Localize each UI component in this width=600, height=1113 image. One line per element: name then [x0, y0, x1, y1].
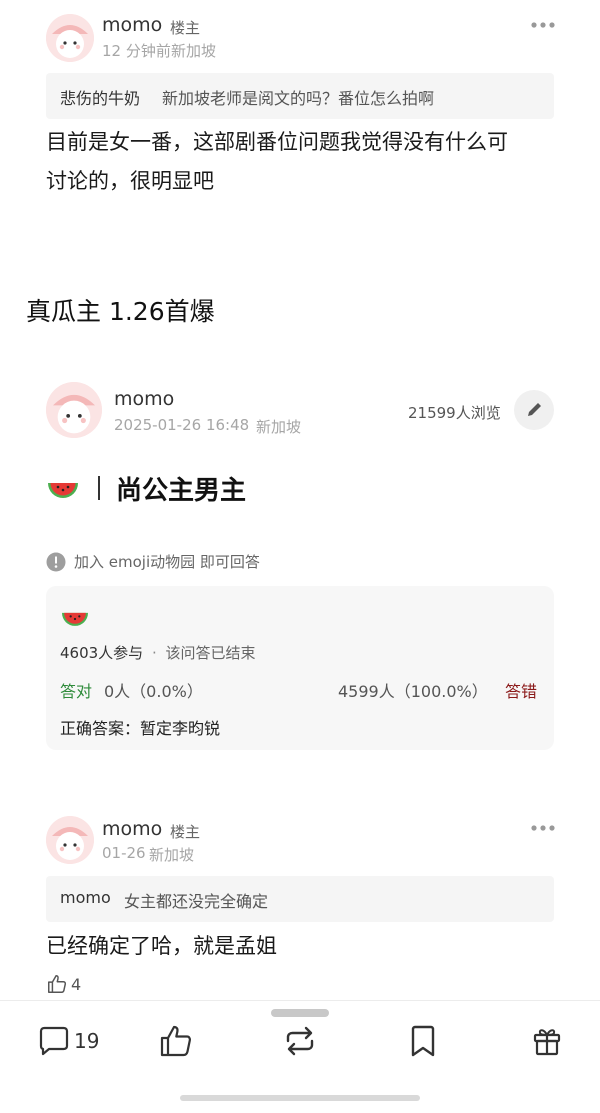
owner-tag: 楼主 — [170, 823, 201, 841]
edit-button[interactable] — [514, 390, 554, 430]
divider — [98, 476, 100, 500]
quote-author[interactable]: momo — [60, 888, 111, 907]
reply-body: 目前是女一番，这部剧番位问题我觉得没有什么可 讨论的，很明显吧 — [46, 123, 508, 201]
drag-handle[interactable] — [271, 1009, 329, 1017]
quote-text: 新加坡老师是阅文的吗？番位怎么拍啊 — [162, 89, 435, 108]
username[interactable]: momo — [102, 818, 162, 840]
poll-status: 4603人参与 · 该问答已结束 — [60, 642, 256, 663]
comment-count: 19 — [74, 1029, 100, 1053]
quoted-comment[interactable]: momo 女主都还没完全确定 — [46, 876, 554, 922]
username[interactable]: momo — [114, 388, 174, 410]
gift-icon — [533, 1029, 561, 1056]
comment-button[interactable]: 19 — [36, 1021, 99, 1061]
join-hint-text: 加入 emoji动物园 即可回答 — [74, 553, 260, 571]
avatar[interactable] — [46, 816, 94, 864]
avatar[interactable] — [46, 382, 102, 438]
reply-time: 12 分钟前 — [102, 42, 171, 60]
bookmark-icon — [411, 1025, 435, 1057]
post-title-text: 尚公主男主 — [116, 475, 247, 506]
owner-tag: 楼主 — [170, 19, 201, 37]
separator: · — [151, 644, 157, 662]
participants: 4603人参与 — [60, 644, 144, 662]
answer-label: 正确答案： — [60, 719, 141, 738]
more-icon[interactable] — [530, 20, 556, 30]
pencil-icon — [528, 403, 541, 416]
reply-location: 新加坡 — [149, 846, 195, 864]
reply-location: 新加坡 — [171, 42, 217, 60]
section-title: 真瓜主 1.26首爆 — [26, 297, 215, 326]
bottom-action-bar: 19 — [0, 1000, 600, 1113]
quoted-comment[interactable]: 悲伤的牛奶 新加坡老师是阅文的吗？番位怎么拍啊 — [46, 73, 554, 119]
reply-body: 已经确定了哈，就是孟姐 — [46, 934, 277, 958]
comment-icon — [39, 1026, 69, 1056]
reply-body-line: 目前是女一番，这部剧番位问题我觉得没有什么可 — [46, 130, 508, 154]
reply-body-line: 讨论的，很明显吧 — [46, 169, 214, 193]
watermelon-icon — [48, 483, 78, 498]
username[interactable]: momo — [102, 14, 162, 36]
post-location: 新加坡 — [256, 418, 302, 436]
like-post-button[interactable] — [158, 1021, 194, 1061]
correct-stats: 0人（0.0%） — [104, 682, 203, 701]
post-datetime: 2025-01-26 16:48 — [114, 416, 250, 434]
poll-card: 4603人参与 · 该问答已结束 答对 0人（0.0%） 4599人（100.0… — [46, 586, 554, 750]
like-button[interactable]: 4 — [46, 973, 81, 995]
more-icon[interactable] — [530, 823, 556, 833]
avatar[interactable] — [46, 14, 94, 62]
repost-icon — [286, 1026, 314, 1056]
like-count: 4 — [71, 974, 82, 994]
quote-author[interactable]: 悲伤的牛奶 — [60, 85, 140, 109]
thumbs-up-icon — [48, 975, 67, 993]
watermelon-icon — [62, 612, 88, 626]
thumbs-up-icon — [160, 1025, 192, 1057]
info-icon — [46, 552, 66, 571]
correct-answer: 正确答案：暂定李昀锐 — [60, 715, 220, 739]
poll-closed: 该问答已结束 — [165, 644, 256, 662]
answer-value: 暂定李昀锐 — [140, 719, 221, 738]
quote-text: 女主都还没完全确定 — [124, 892, 269, 911]
post-title: 尚公主男主 — [46, 470, 246, 506]
bookmark-button[interactable] — [405, 1021, 441, 1061]
wrong-label: 答错 — [505, 682, 538, 701]
wrong-stats: 4599人（100.0%） — [338, 682, 488, 701]
correct-label: 答对 — [60, 682, 93, 701]
gift-button[interactable] — [529, 1021, 565, 1061]
reply-time: 01-26 — [102, 844, 146, 862]
join-hint: 加入 emoji动物园 即可回答 — [46, 551, 260, 572]
home-indicator — [180, 1095, 420, 1101]
view-count: 21599人浏览 — [408, 404, 501, 422]
repost-button[interactable] — [282, 1021, 318, 1061]
